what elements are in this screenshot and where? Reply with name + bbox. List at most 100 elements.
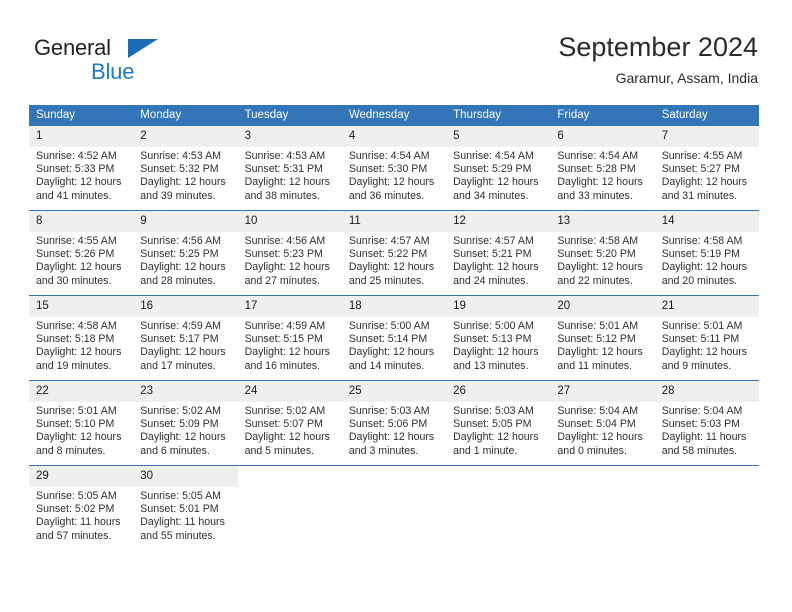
day-sun-info: Sunrise: 4:54 AM Sunset: 5:28 PM Daylight:… [550, 147, 654, 203]
sunset-time: Sunset: 5:26 PM [36, 248, 115, 261]
sunset-time: Sunset: 5:25 PM [140, 248, 219, 261]
day-number: 13 [550, 211, 655, 232]
logo-text-blue: Blue [91, 59, 135, 84]
column-header-sunday: Sunday [29, 105, 134, 126]
daylight-duration-line2: and 14 minutes. [348, 359, 425, 372]
generalblue-logo[interactable]: General Blue [34, 36, 214, 86]
sunrise-time: Sunrise: 5:02 AM [244, 405, 326, 417]
calendar-day-cell[interactable]: 30 Sunrise: 5:05 AM Sunset: 5:01 PM Dayligh… [133, 465, 238, 550]
calendar-day-cell[interactable]: 24 Sunrise: 5:02 AM Sunset: 5:07 PM Dayligh… [237, 380, 342, 466]
day-number: 17 [237, 296, 342, 317]
day-cell-content: 21 Sunrise: 5:01 AM Sunset: 5:11 PM Dayligh… [654, 296, 759, 380]
calendar-day-cell[interactable]: 28 Sunrise: 5:04 AM Sunset: 5:03 PM Dayligh… [654, 380, 759, 466]
page-title: September 2024 [558, 32, 758, 62]
calendar-day-cell[interactable]: 10 Sunrise: 4:56 AM Sunset: 5:23 PM Dayligh… [237, 210, 342, 296]
calendar-day-cell[interactable]: 5 Sunrise: 4:54 AM Sunset: 5:29 PM Daylight… [446, 126, 551, 211]
calendar-day-cell[interactable]: 27 Sunrise: 5:04 AM Sunset: 5:04 PM Dayligh… [550, 380, 655, 466]
calendar-week-row: 15 Sunrise: 4:58 AM Sunset: 5:18 PM Dayligh… [29, 295, 759, 381]
calendar-day-cell[interactable]: 2 Sunrise: 4:53 AM Sunset: 5:32 PM Daylight… [133, 126, 238, 211]
calendar-day-cell [237, 465, 342, 550]
calendar-day-cell[interactable]: 9 Sunrise: 4:56 AM Sunset: 5:25 PM Daylight… [133, 210, 238, 296]
calendar-day-cell[interactable]: 23 Sunrise: 5:02 AM Sunset: 5:09 PM Dayligh… [133, 380, 238, 466]
daylight-duration-line2: and 57 minutes. [36, 529, 112, 542]
daylight-duration-line1: Daylight: 11 hours [36, 516, 121, 529]
daylight-duration-line1: Daylight: 12 hours [244, 261, 330, 274]
daylight-duration-line1: Daylight: 12 hours [244, 346, 330, 359]
day-number: 9 [133, 211, 238, 232]
day-sun-info: Sunrise: 4:54 AM Sunset: 5:30 PM Daylight:… [342, 147, 446, 203]
daylight-duration-line2: and 5 minutes. [244, 444, 315, 457]
calendar-day-cell[interactable]: 26 Sunrise: 5:03 AM Sunset: 5:05 PM Dayligh… [446, 380, 551, 466]
day-number: 20 [550, 296, 655, 317]
calendar-day-cell[interactable]: 21 Sunrise: 5:01 AM Sunset: 5:11 PM Dayligh… [654, 295, 759, 381]
day-cell-content: 24 Sunrise: 5:02 AM Sunset: 5:07 PM Dayligh… [237, 381, 342, 465]
day-cell-content: 16 Sunrise: 4:59 AM Sunset: 5:17 PM Dayligh… [133, 296, 238, 380]
daylight-duration-line2: and 19 minutes. [36, 359, 112, 372]
day-number: 6 [550, 126, 655, 147]
sunrise-time: Sunrise: 5:00 AM [453, 320, 534, 332]
calendar-day-cell[interactable]: 13 Sunrise: 4:58 AM Sunset: 5:20 PM Dayligh… [550, 210, 655, 296]
day-sun-info: Sunrise: 4:55 AM Sunset: 5:26 PM Daylight:… [29, 232, 133, 288]
day-sun-info: Sunrise: 4:53 AM Sunset: 5:31 PM Daylight:… [238, 147, 342, 203]
calendar-page: General Blue September 2024 Garamur, Ass… [0, 0, 792, 612]
column-header-thursday: Thursday [446, 105, 551, 126]
day-sun-info: Sunrise: 5:05 AM Sunset: 5:01 PM Daylight:… [133, 487, 237, 543]
day-sun-info: Sunrise: 5:02 AM Sunset: 5:09 PM Daylight:… [133, 402, 237, 458]
daylight-duration-line2: and 0 minutes. [557, 444, 627, 457]
calendar-day-cell[interactable]: 22 Sunrise: 5:01 AM Sunset: 5:10 PM Dayligh… [29, 380, 134, 466]
daylight-duration-line2: and 38 minutes. [244, 189, 320, 202]
sunrise-time: Sunrise: 5:02 AM [140, 405, 221, 417]
daylight-duration-line2: and 31 minutes. [661, 189, 738, 202]
sunrise-time: Sunrise: 5:01 AM [661, 320, 743, 332]
calendar-day-cell[interactable]: 25 Sunrise: 5:03 AM Sunset: 5:06 PM Dayligh… [341, 380, 447, 466]
calendar-day-cell[interactable]: 12 Sunrise: 4:57 AM Sunset: 5:21 PM Dayligh… [446, 210, 551, 296]
sunset-time: Sunset: 5:01 PM [140, 503, 219, 516]
calendar-day-cell[interactable]: 14 Sunrise: 4:58 AM Sunset: 5:19 PM Dayligh… [654, 210, 759, 296]
daylight-duration-line1: Daylight: 12 hours [661, 346, 748, 359]
sunset-time: Sunset: 5:28 PM [557, 163, 636, 176]
calendar-day-cell[interactable]: 18 Sunrise: 5:00 AM Sunset: 5:14 PM Dayligh… [341, 295, 447, 381]
calendar-day-cell[interactable]: 8 Sunrise: 4:55 AM Sunset: 5:26 PM Daylight… [29, 210, 134, 296]
day-sun-info: Sunrise: 5:00 AM Sunset: 5:13 PM Daylight:… [446, 317, 550, 373]
day-sun-info: Sunrise: 5:04 AM Sunset: 5:03 PM Daylight:… [655, 402, 759, 458]
calendar-body: 1 Sunrise: 4:52 AM Sunset: 5:33 PM Daylight… [29, 126, 759, 550]
sunset-time: Sunset: 5:14 PM [348, 333, 428, 346]
daylight-duration-line1: Daylight: 12 hours [348, 176, 435, 189]
calendar-day-cell[interactable]: 15 Sunrise: 4:58 AM Sunset: 5:18 PM Dayligh… [29, 295, 134, 381]
day-cell-content: 17 Sunrise: 4:59 AM Sunset: 5:15 PM Dayligh… [237, 296, 342, 380]
calendar-day-cell[interactable]: 17 Sunrise: 4:59 AM Sunset: 5:15 PM Dayligh… [237, 295, 342, 381]
daylight-duration-line1: Daylight: 12 hours [140, 346, 226, 359]
sunset-time: Sunset: 5:27 PM [661, 163, 741, 176]
calendar-day-cell[interactable]: 1 Sunrise: 4:52 AM Sunset: 5:33 PM Daylight… [29, 126, 134, 211]
calendar-day-cell[interactable]: 4 Sunrise: 4:54 AM Sunset: 5:30 PM Daylight… [341, 126, 447, 211]
calendar-day-cell [550, 465, 655, 550]
sunset-time: Sunset: 5:23 PM [244, 248, 323, 261]
day-cell-content: 22 Sunrise: 5:01 AM Sunset: 5:10 PM Dayligh… [29, 381, 134, 465]
calendar-day-cell[interactable]: 29 Sunrise: 5:05 AM Sunset: 5:02 PM Dayligh… [29, 465, 134, 550]
daylight-duration-line1: Daylight: 12 hours [36, 431, 122, 444]
day-cell-content: 5 Sunrise: 4:54 AM Sunset: 5:29 PM Daylight… [446, 126, 551, 210]
calendar-day-cell[interactable]: 20 Sunrise: 5:01 AM Sunset: 5:12 PM Dayligh… [550, 295, 655, 381]
sunrise-time: Sunrise: 4:56 AM [244, 235, 326, 247]
calendar-day-cell[interactable]: 19 Sunrise: 5:00 AM Sunset: 5:13 PM Dayligh… [446, 295, 551, 381]
daylight-duration-line2: and 13 minutes. [453, 359, 529, 372]
sunset-time: Sunset: 5:20 PM [557, 248, 636, 261]
day-cell-content: 19 Sunrise: 5:00 AM Sunset: 5:13 PM Dayligh… [446, 296, 551, 380]
day-number: 21 [654, 296, 759, 317]
day-cell-content [550, 466, 654, 550]
day-cell-content: 26 Sunrise: 5:03 AM Sunset: 5:05 PM Dayligh… [446, 381, 551, 465]
calendar-day-cell[interactable]: 11 Sunrise: 4:57 AM Sunset: 5:22 PM Dayligh… [341, 210, 447, 296]
calendar-day-cell[interactable]: 7 Sunrise: 4:55 AM Sunset: 5:27 PM Daylight… [654, 126, 759, 211]
sunrise-time: Sunrise: 4:55 AM [661, 150, 743, 162]
calendar-day-cell[interactable]: 6 Sunrise: 4:54 AM Sunset: 5:28 PM Daylight… [550, 126, 655, 211]
sunrise-time: Sunrise: 4:54 AM [453, 150, 534, 162]
day-cell-content: 29 Sunrise: 5:05 AM Sunset: 5:02 PM Dayligh… [29, 466, 134, 550]
daylight-duration-line1: Daylight: 12 hours [453, 176, 539, 189]
sunrise-time: Sunrise: 4:59 AM [244, 320, 326, 332]
page-subtitle-location: Garamur, Assam, India [615, 70, 758, 86]
sunrise-time: Sunrise: 4:58 AM [36, 320, 117, 332]
calendar-day-cell[interactable]: 3 Sunrise: 4:53 AM Sunset: 5:31 PM Daylight… [237, 126, 342, 211]
calendar-day-cell[interactable]: 16 Sunrise: 4:59 AM Sunset: 5:17 PM Dayligh… [133, 295, 238, 381]
day-number: 11 [341, 211, 447, 232]
calendar-day-cell [446, 465, 551, 550]
